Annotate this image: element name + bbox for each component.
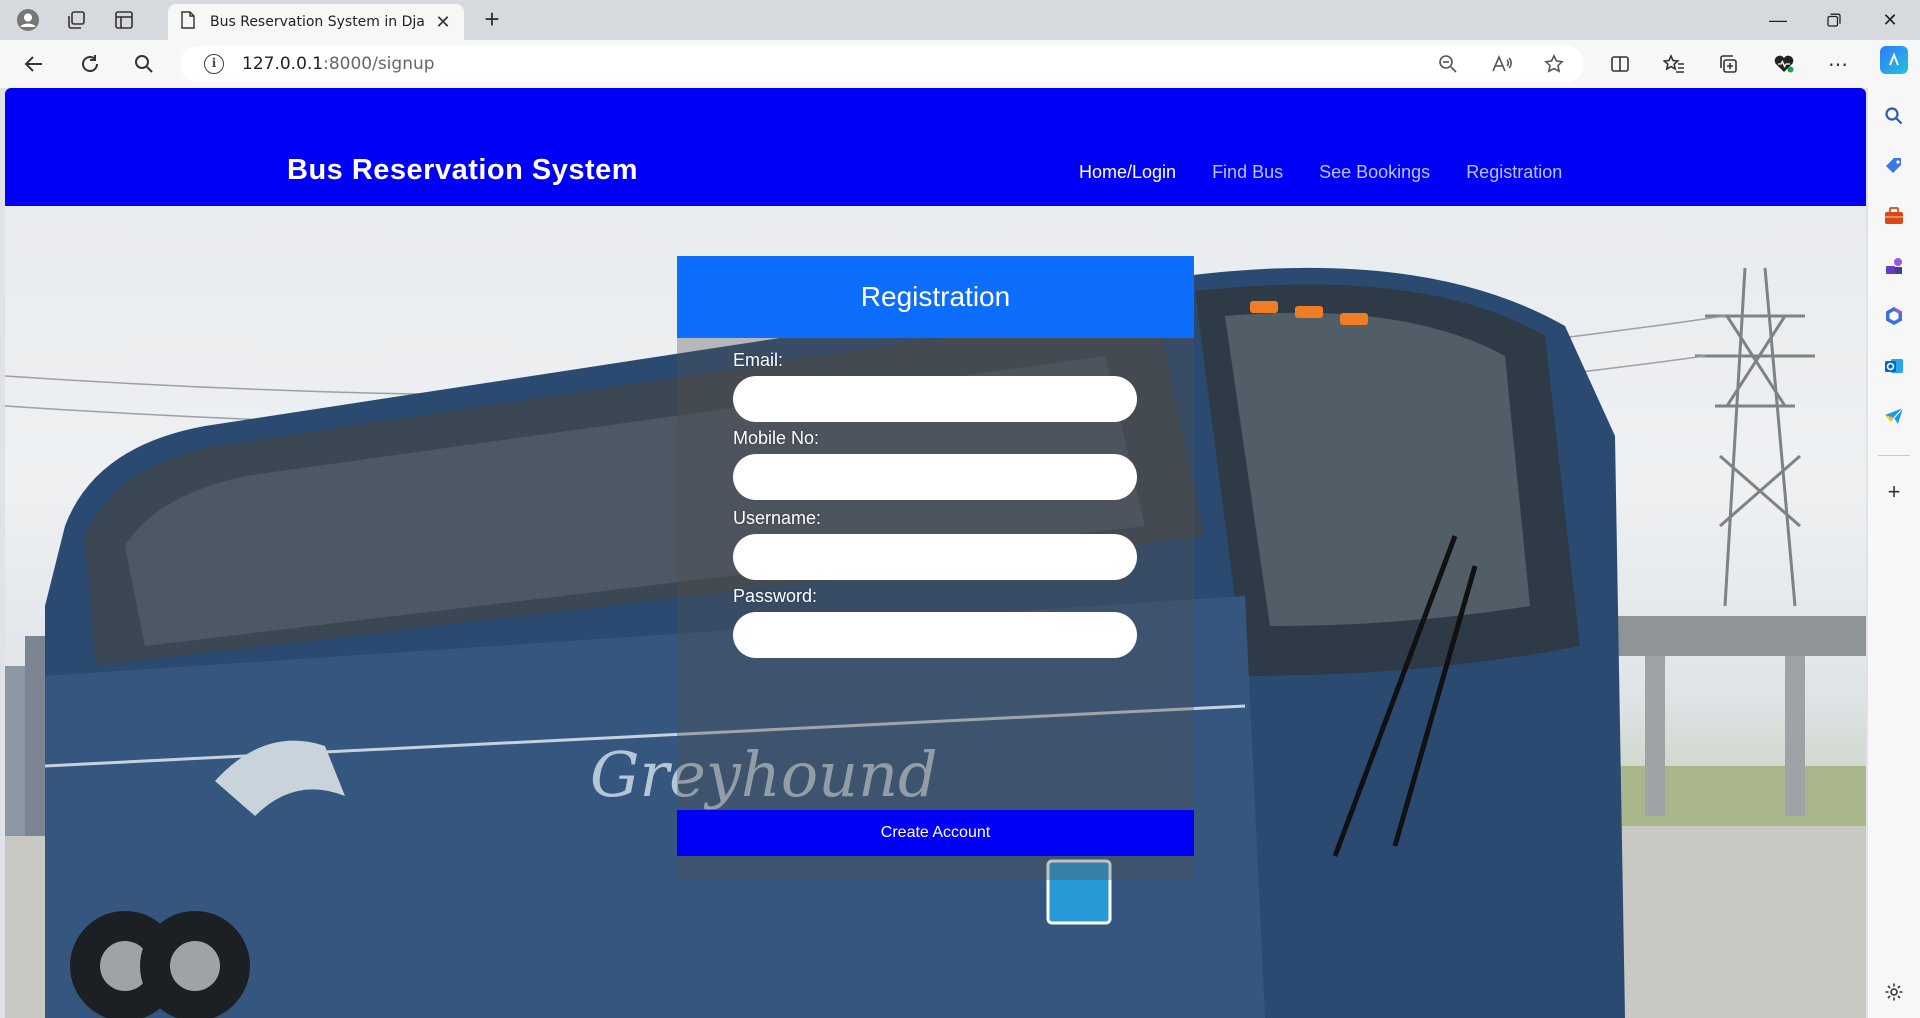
registration-title: Registration	[860, 281, 1011, 312]
tools-briefcase-icon[interactable]	[1880, 202, 1908, 230]
profile-icon[interactable]	[6, 4, 50, 36]
minimize-icon[interactable]: —	[1750, 4, 1806, 36]
address-url[interactable]: 127.0.0.1:8000/signup	[242, 54, 435, 74]
mobile-label: Mobile No:	[733, 428, 820, 448]
email-label: Email:	[733, 350, 784, 370]
sidebar-separator	[1878, 455, 1910, 456]
nav-find-bus[interactable]: Find Bus	[1212, 162, 1283, 183]
search-icon[interactable]	[126, 48, 162, 80]
microsoft-365-icon[interactable]	[1880, 302, 1908, 330]
registration-card-header: Registration	[677, 256, 1194, 338]
sidebar-settings-icon[interactable]	[1880, 978, 1908, 1006]
back-icon[interactable]	[16, 48, 52, 80]
read-aloud-icon[interactable]	[1484, 48, 1520, 80]
vertical-tabs-icon[interactable]	[102, 4, 146, 36]
zoom-out-icon[interactable]	[1430, 48, 1466, 80]
site-brand[interactable]: Bus Reservation System	[287, 154, 638, 187]
favorite-star-icon[interactable]	[1536, 48, 1572, 80]
close-tab-icon[interactable]: ✕	[432, 12, 454, 33]
copilot-icon[interactable]	[1880, 46, 1908, 74]
split-screen-icon[interactable]	[1600, 48, 1640, 80]
restore-icon[interactable]	[1806, 4, 1862, 36]
nav-home-login[interactable]: Home/Login	[1079, 162, 1176, 183]
address-bar[interactable]: i 127.0.0.1:8000/signup	[180, 46, 1584, 82]
outlook-icon[interactable]	[1880, 352, 1908, 380]
shopping-tag-icon[interactable]	[1880, 152, 1908, 180]
active-tab[interactable]: Bus Reservation System in Djang ✕	[168, 4, 464, 40]
refresh-icon[interactable]	[72, 48, 108, 80]
more-options-icon[interactable]: ⋯	[1818, 48, 1858, 80]
browser-tab-bar: Bus Reservation System in Djang ✕ + — ✕	[0, 0, 1920, 40]
favorites-icon[interactable]	[1654, 48, 1694, 80]
add-sidebar-app-icon[interactable]: +	[1880, 478, 1908, 506]
username-label: Username:	[733, 508, 822, 528]
password-field[interactable]	[733, 612, 1137, 658]
new-tab-button[interactable]: +	[476, 6, 508, 34]
browser-essentials-icon[interactable]	[1764, 48, 1804, 80]
username-field[interactable]	[733, 534, 1137, 580]
send-drop-icon[interactable]	[1880, 402, 1908, 430]
page-icon	[180, 10, 196, 34]
site-info-icon[interactable]: i	[204, 54, 224, 74]
nav-registration[interactable]: Registration	[1466, 162, 1562, 183]
sidebar-search-icon[interactable]	[1880, 102, 1908, 130]
browser-toolbar: i 127.0.0.1:8000/signup ⋯	[0, 40, 1920, 88]
email-field[interactable]	[733, 376, 1137, 422]
password-label: Password:	[733, 586, 818, 606]
nav-see-bookings[interactable]: See Bookings	[1319, 162, 1430, 183]
site-nav-links: Home/Login Find Bus See Bookings Registr…	[1079, 162, 1562, 183]
create-account-button[interactable]: Create Account	[677, 810, 1194, 856]
mobile-field[interactable]	[733, 454, 1137, 500]
browser-sidebar: +	[1868, 46, 1920, 1018]
registration-card: Registration Email: Mobile No: Username:…	[677, 256, 1194, 880]
tab-title: Bus Reservation System in Djang	[210, 14, 424, 30]
games-icon[interactable]	[1880, 252, 1908, 280]
workspaces-icon[interactable]	[54, 4, 98, 36]
site-navbar: Bus Reservation System Home/Login Find B…	[5, 88, 1866, 206]
close-window-icon[interactable]: ✕	[1862, 4, 1918, 36]
collections-icon[interactable]	[1708, 48, 1748, 80]
page-viewport: Bus Reservation System Home/Login Find B…	[5, 88, 1866, 1018]
